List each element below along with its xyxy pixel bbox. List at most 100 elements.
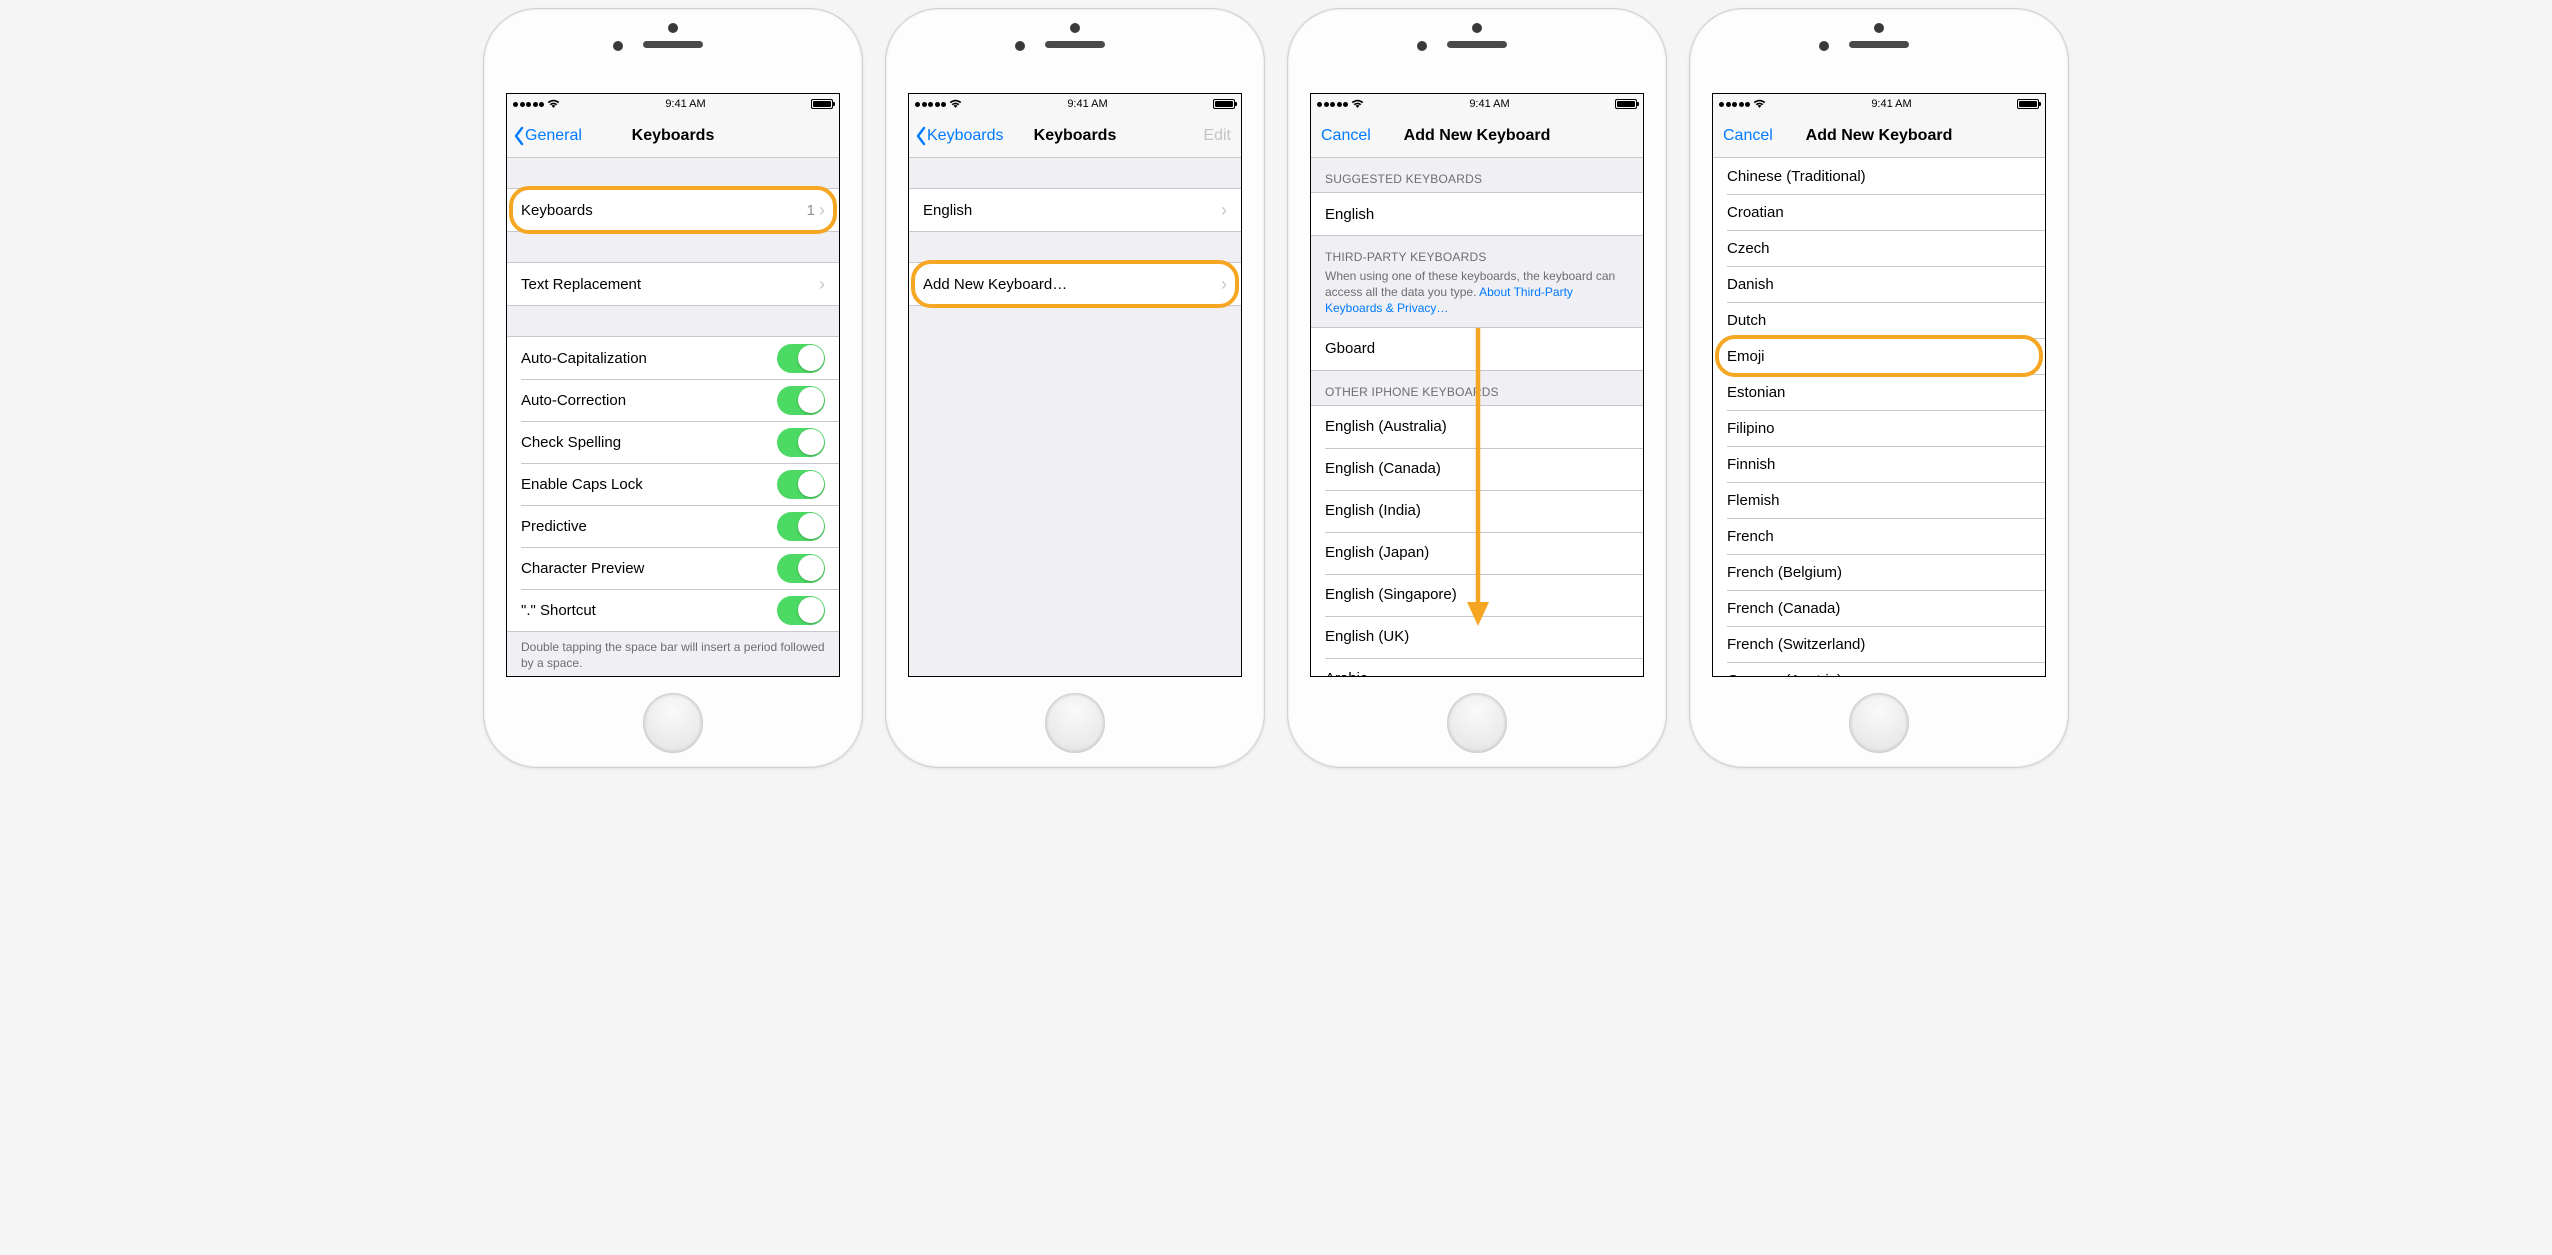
keyboard-english-row[interactable]: English ›: [909, 189, 1241, 231]
signal-dots-icon: [513, 102, 544, 107]
speaker-grille: [643, 41, 703, 48]
cell-label: Czech: [1727, 240, 1770, 257]
battery-icon: [1213, 99, 1235, 109]
cancel-button[interactable]: Cancel: [1321, 127, 1371, 145]
thirdparty-group: Gboard: [1311, 327, 1643, 371]
auto-capitalization-row[interactable]: Auto-Capitalization: [507, 337, 839, 379]
other-keyboard-row[interactable]: English (Australia): [1311, 406, 1643, 448]
nav-bar: Cancel Add New Keyboard: [1311, 114, 1643, 158]
screen-2: 9:41 AM Keyboards Keyboards Edit English…: [908, 93, 1242, 677]
wifi-icon: [949, 99, 962, 109]
cell-label: Dutch: [1727, 312, 1766, 329]
keyboard-row[interactable]: Chinese (Traditional): [1713, 158, 2045, 194]
keyboard-list-group: Chinese (Traditional)Croatian Czech Danish…: [1713, 158, 2045, 676]
predictive-row[interactable]: Predictive: [507, 505, 839, 547]
home-button[interactable]: [1849, 693, 1909, 753]
keyboard-row[interactable]: Croatian: [1713, 194, 2045, 230]
other-keyboard-row[interactable]: English (Singapore): [1311, 574, 1643, 616]
edit-button[interactable]: Edit: [1203, 127, 1231, 145]
screen-3: 9:41 AM Cancel Add New Keyboard SUGGESTE…: [1310, 93, 1644, 677]
content[interactable]: Chinese (Traditional)Croatian Czech Danish…: [1713, 158, 2045, 676]
keyboard-row[interactable]: Danish: [1713, 266, 2045, 302]
back-button[interactable]: Keyboards: [915, 126, 1004, 146]
chevron-right-icon: ›: [1221, 274, 1227, 295]
home-button[interactable]: [1045, 693, 1105, 753]
content[interactable]: English › Add New Keyboard… ›: [909, 158, 1241, 676]
phone-frame: 9:41 AM Cancel Add New Keyboard Chinese …: [1689, 8, 2069, 768]
toggle-switch[interactable]: [777, 428, 825, 457]
thirdparty-keyboard-row[interactable]: Gboard: [1311, 328, 1643, 370]
keyboard-row[interactable]: Flemish: [1713, 482, 2045, 518]
nav-bar: General Keyboards: [507, 114, 839, 158]
check-spelling-row[interactable]: Check Spelling: [507, 421, 839, 463]
cell-label: Estonian: [1727, 384, 1785, 401]
enable-caps-lock-row[interactable]: Enable Caps Lock: [507, 463, 839, 505]
keyboard-row[interactable]: Czech: [1713, 230, 2045, 266]
other-group: English (Australia) English (Canada) Engli…: [1311, 405, 1643, 676]
toggle-switch[interactable]: [777, 386, 825, 415]
cancel-button[interactable]: Cancel: [1723, 127, 1773, 145]
back-button[interactable]: General: [513, 126, 582, 146]
status-time: 9:41 AM: [665, 98, 705, 110]
keyboard-row[interactable]: German (Austria): [1713, 662, 2045, 676]
cell-label: English (UK): [1325, 628, 1409, 645]
toggle-switch[interactable]: [777, 554, 825, 583]
keyboard-row[interactable]: French (Switzerland): [1713, 626, 2045, 662]
other-keyboard-row[interactable]: Arabic: [1311, 658, 1643, 676]
chevron-left-icon: [915, 126, 927, 146]
content[interactable]: SUGGESTED KEYBOARDS English THIRD-PARTY …: [1311, 158, 1643, 676]
other-keyboard-row[interactable]: English (UK): [1311, 616, 1643, 658]
keyboard-row[interactable]: Estonian: [1713, 374, 2045, 410]
status-bar: 9:41 AM: [507, 94, 839, 114]
period-shortcut-row[interactable]: "." Shortcut: [507, 589, 839, 631]
keyboard-row[interactable]: Filipino: [1713, 410, 2045, 446]
proximity-sensor: [668, 23, 678, 33]
cell-label: Gboard: [1325, 340, 1375, 357]
chevron-left-icon: [513, 126, 525, 146]
toggle-switch[interactable]: [777, 512, 825, 541]
screen-4: 9:41 AM Cancel Add New Keyboard Chinese …: [1712, 93, 2046, 677]
screen-1: 9:41 AM General Keyboards Keyboards 1 ›: [506, 93, 840, 677]
keyboard-row[interactable]: Dutch: [1713, 302, 2045, 338]
cell-label: Auto-Capitalization: [521, 350, 647, 367]
other-keyboard-row[interactable]: English (Japan): [1311, 532, 1643, 574]
home-button[interactable]: [643, 693, 703, 753]
keyboard-row[interactable]: Finnish: [1713, 446, 2045, 482]
character-preview-row[interactable]: Character Preview: [507, 547, 839, 589]
cell-label: Text Replacement: [521, 276, 641, 293]
front-camera: [1819, 41, 1829, 51]
toggle-switch[interactable]: [777, 470, 825, 499]
other-keyboard-row[interactable]: English (India): [1311, 490, 1643, 532]
toggle-switch[interactable]: [777, 596, 825, 625]
cell-label: "." Shortcut: [521, 602, 596, 619]
nav-title: Keyboards: [1034, 127, 1117, 145]
cell-detail: 1: [807, 202, 815, 219]
content[interactable]: Keyboards 1 › Text Replacement › Au: [507, 158, 839, 676]
front-camera: [613, 41, 623, 51]
other-keyboard-row[interactable]: English (Canada): [1311, 448, 1643, 490]
cell-label: English (Japan): [1325, 544, 1429, 561]
keyboard-row[interactable]: French (Belgium): [1713, 554, 2045, 590]
toggle-switch[interactable]: [777, 344, 825, 373]
suggested-group: English: [1311, 192, 1643, 236]
cell-label: English (Canada): [1325, 460, 1441, 477]
cell-label: Finnish: [1727, 456, 1775, 473]
section-header-other: OTHER IPHONE KEYBOARDS: [1311, 371, 1643, 405]
keyboards-row[interactable]: Keyboards 1 ›: [507, 189, 839, 231]
suggested-keyboard-row[interactable]: English: [1311, 193, 1643, 235]
proximity-sensor: [1874, 23, 1884, 33]
text-replacement-row[interactable]: Text Replacement ›: [507, 263, 839, 305]
chevron-right-icon: ›: [1221, 200, 1227, 221]
cell-label: Add New Keyboard…: [923, 276, 1067, 293]
keyboard-row[interactable]: Emoji: [1713, 338, 2045, 374]
battery-icon: [2017, 99, 2039, 109]
phone-frame: 9:41 AM General Keyboards Keyboards 1 ›: [483, 8, 863, 768]
keyboard-row[interactable]: French (Canada): [1713, 590, 2045, 626]
keyboard-row[interactable]: French: [1713, 518, 2045, 554]
auto-correction-row[interactable]: Auto-Correction: [507, 379, 839, 421]
add-new-keyboard-row[interactable]: Add New Keyboard… ›: [909, 263, 1241, 305]
status-bar: 9:41 AM: [1713, 94, 2045, 114]
signal-dots-icon: [915, 102, 946, 107]
home-button[interactable]: [1447, 693, 1507, 753]
nav-title: Add New Keyboard: [1806, 127, 1953, 145]
